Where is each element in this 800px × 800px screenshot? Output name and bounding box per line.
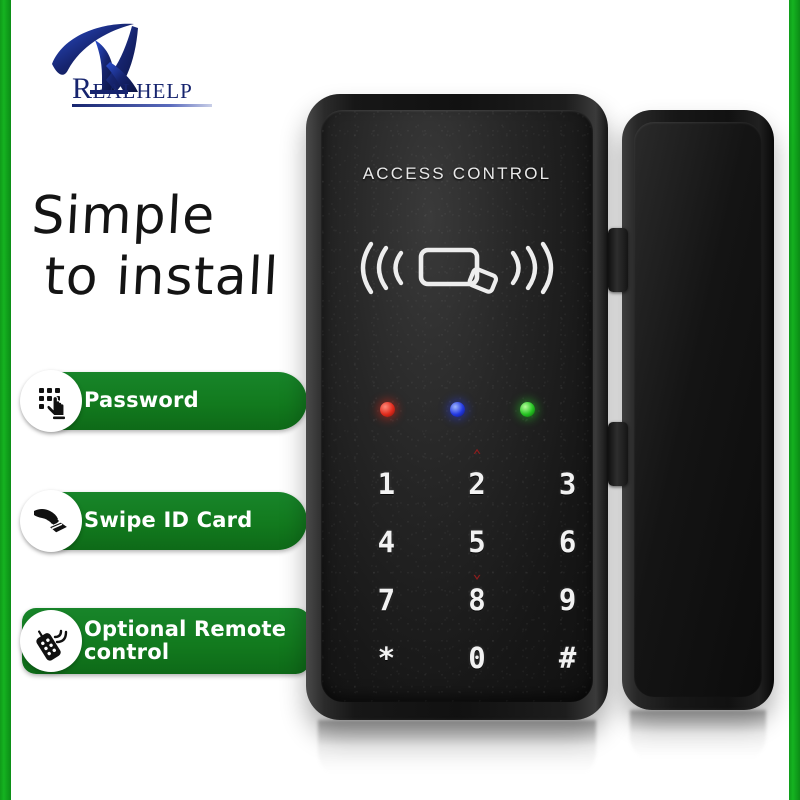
rfid-card-wave-icon [360, 241, 554, 295]
brand-wordmark-capital: R [72, 72, 93, 105]
keypad-key-3[interactable]: 3 [559, 469, 576, 499]
keypad-key-6[interactable]: 6 [559, 527, 576, 557]
brand-wordmark-rest: EALHELP [92, 79, 193, 103]
keypad-key-4[interactable]: 4 [378, 527, 395, 557]
status-led-row [321, 402, 593, 417]
led-green [519, 402, 535, 417]
keypad-key-hash[interactable]: # [559, 643, 576, 673]
access-control-keypad-device[interactable]: ACCESS CONTROL 1 2 ⌃ 3 4 5 ⌄ 6 7 8 9 * 0… [306, 94, 608, 720]
keypad-key-9[interactable]: 9 [559, 585, 576, 615]
brand-wordmark: REALHELP [72, 74, 193, 104]
keypad-key-1[interactable]: 1 [378, 469, 395, 499]
remote-label-line-1: Optional Remote [84, 616, 287, 641]
device-front-reflection [318, 720, 596, 778]
frame-stripe-right [789, 0, 800, 800]
remote-label-line-2: control [84, 640, 170, 664]
headline-line-1: Simple [30, 186, 217, 246]
keypad-key-0[interactable]: 0 [468, 643, 485, 673]
device-front-panel: ACCESS CONTROL 1 2 ⌃ 3 4 5 ⌄ 6 7 8 9 * 0… [321, 110, 593, 702]
led-red [379, 402, 395, 417]
feature-badge-swipe-id-card-label: Swipe ID Card [84, 508, 253, 533]
headline-line-2: to install [42, 247, 281, 308]
rfid-reader-zone[interactable] [321, 230, 593, 306]
numeric-keypad[interactable]: 1 2 ⌃ 3 4 5 ⌄ 6 7 8 9 * 0 # [341, 447, 593, 687]
keypad-key-2[interactable]: 2 ⌃ [468, 447, 485, 499]
feature-badge-optional-remote-control[interactable]: Optional Remote control [20, 608, 310, 674]
chevron-up-icon: ⌃ [472, 445, 482, 464]
frame-stripe-left [0, 0, 11, 800]
brand-underline [72, 104, 212, 107]
chevron-down-icon: ⌄ [472, 563, 482, 582]
page-headline: Simple to install [27, 186, 333, 309]
hinge-bottom [608, 422, 628, 486]
feature-badge-swipe-id-card[interactable]: Swipe ID Card [20, 490, 307, 552]
hinge-top [608, 228, 628, 292]
keypad-key-8[interactable]: 8 [468, 585, 485, 615]
hand-swipe-card-icon [20, 490, 82, 552]
device-rear-mounting-panel[interactable] [608, 110, 774, 710]
device-rear-reflection [630, 710, 766, 762]
rear-panel-face [634, 122, 762, 697]
feature-badge-optional-remote-control-label: Optional Remote control [84, 616, 287, 664]
keypad-key-5[interactable]: 5 ⌄ [468, 527, 485, 580]
keypad-key-7[interactable]: 7 [378, 585, 395, 615]
led-blue [449, 402, 465, 417]
feature-badge-password-label: Password [84, 388, 199, 413]
device-title: ACCESS CONTROL [362, 164, 552, 183]
brand-logo: REALHELP [38, 18, 228, 118]
product-image-canvas: REALHELP Simple to install Password Swip… [0, 0, 800, 800]
keypad-key-star[interactable]: * [378, 643, 395, 673]
feature-badge-password[interactable]: Password [20, 370, 307, 432]
keypad-touch-icon [20, 370, 82, 432]
remote-control-signal-icon [20, 610, 82, 672]
